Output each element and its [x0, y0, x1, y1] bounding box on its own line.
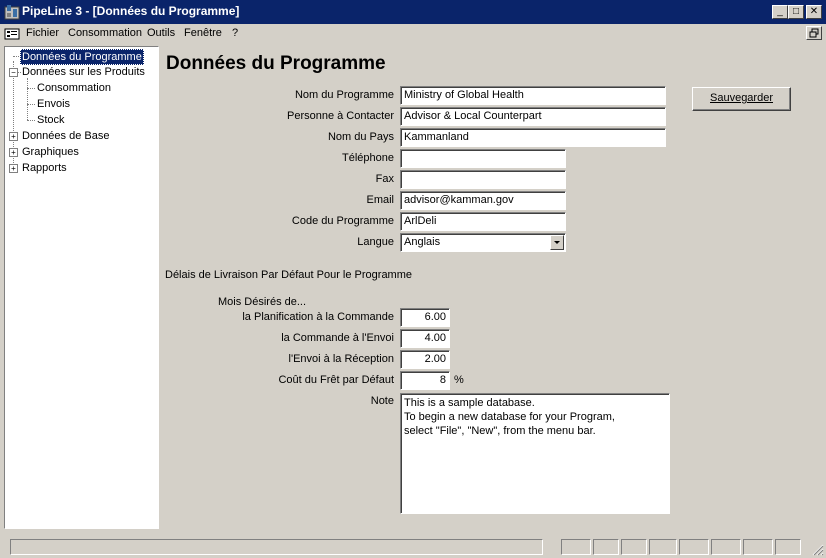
menu-outils[interactable]: Outils: [147, 27, 175, 39]
resize-grip-icon[interactable]: [812, 544, 824, 556]
email-field[interactable]: advisor@kamman.gov: [400, 191, 566, 210]
tree-item-consommation[interactable]: Consommation: [37, 81, 111, 95]
window-title: PipeLine 3 - [Données du Programme]: [22, 4, 240, 18]
fax-field[interactable]: [400, 170, 566, 189]
close-icon: ✕: [809, 6, 819, 17]
months-label: Mois Désirés de...: [218, 296, 307, 308]
planning-to-order-label: la Planification à la Commande: [242, 311, 394, 323]
tree-connector: [27, 120, 35, 121]
country-field[interactable]: Kammanland: [400, 128, 666, 147]
program-code-field[interactable]: ArlDeli: [400, 212, 566, 231]
restore-child-button[interactable]: [806, 26, 822, 40]
page-title: Données du Programme: [166, 53, 386, 74]
close-button[interactable]: ✕: [806, 5, 822, 19]
order-to-shipment-label: la Commande à l'Envoi: [281, 332, 394, 344]
program-name-field[interactable]: Ministry of Global Health: [400, 86, 666, 105]
maximize-icon: □: [792, 6, 800, 17]
pipeline-app-icon[interactable]: [4, 4, 20, 20]
status-pane: [775, 539, 801, 555]
status-pane-main: [10, 539, 543, 555]
tree-connector: [27, 104, 35, 105]
tree-item-envois[interactable]: Envois: [37, 97, 70, 111]
note-label: Note: [370, 395, 394, 407]
status-bar: [0, 536, 826, 558]
planning-to-order-field[interactable]: 6.00: [400, 308, 450, 327]
language-select[interactable]: Anglais: [400, 233, 566, 252]
expand-icon[interactable]: +: [9, 132, 18, 141]
country-label: Nom du Pays: [327, 131, 394, 143]
tree-connector: [27, 78, 28, 120]
save-button[interactable]: Sauvegarder: [692, 87, 791, 111]
collapse-icon[interactable]: −: [9, 68, 18, 77]
delivery-section-title: Délais de Livraison Par Défaut Pour le P…: [165, 269, 413, 281]
status-pane: [593, 539, 619, 555]
contact-label: Personne à Contacter: [286, 110, 394, 122]
minimize-button[interactable]: _: [772, 5, 788, 19]
shipment-to-receipt-label: l'Envoi à la Réception: [288, 353, 394, 365]
language-value: Anglais: [404, 236, 441, 248]
freight-cost-field[interactable]: 8: [400, 371, 450, 390]
order-to-shipment-field[interactable]: 4.00: [400, 329, 450, 348]
language-label: Langue: [357, 236, 394, 248]
menu-bar: Fichier Consommation Outils Fenêtre ?: [0, 24, 826, 44]
program-code-label: Code du Programme: [291, 215, 394, 227]
note-textarea[interactable]: This is a sample database. To begin a ne…: [400, 393, 670, 514]
expand-icon[interactable]: +: [9, 164, 18, 173]
phone-label: Téléphone: [342, 152, 394, 164]
maximize-button[interactable]: □: [788, 5, 804, 19]
navigation-tree[interactable]: Données du Programme − Données sur les P…: [4, 46, 159, 529]
title-bar: PipeLine 3 - [Données du Programme] _ □ …: [0, 0, 826, 24]
shipment-to-receipt-field[interactable]: 2.00: [400, 350, 450, 369]
tree-item-stock[interactable]: Stock: [37, 113, 65, 127]
document-icon[interactable]: [4, 26, 20, 42]
email-label: Email: [366, 194, 394, 206]
menu-fichier[interactable]: Fichier: [26, 27, 59, 39]
restore-icon: [809, 28, 819, 38]
status-pane: [679, 539, 709, 555]
status-pane: [649, 539, 677, 555]
tree-item-donnees-produits[interactable]: Données sur les Produits: [22, 65, 145, 79]
menu-fenetre[interactable]: Fenêtre: [184, 27, 222, 39]
fax-label: Fax: [375, 173, 394, 185]
tree-item-donnees-base[interactable]: Données de Base: [22, 129, 109, 143]
program-name-label: Nom du Programme: [294, 89, 394, 101]
tree-item-rapports[interactable]: Rapports: [22, 161, 67, 175]
status-pane: [743, 539, 773, 555]
minimize-icon: _: [777, 6, 783, 17]
menu-consommation[interactable]: Consommation: [68, 27, 142, 39]
status-pane: [621, 539, 647, 555]
percent-unit: %: [454, 374, 464, 386]
phone-field[interactable]: [400, 149, 566, 168]
freight-cost-label: Coût du Frêt par Défaut: [278, 374, 394, 386]
menu-help[interactable]: ?: [232, 27, 238, 39]
expand-icon[interactable]: +: [9, 148, 18, 157]
tree-item-graphiques[interactable]: Graphiques: [22, 145, 79, 159]
tree-connector: [27, 88, 35, 89]
tree-item-donnees-programme[interactable]: Données du Programme: [20, 49, 144, 65]
status-pane: [561, 539, 591, 555]
chevron-down-icon[interactable]: [550, 235, 564, 250]
save-button-label: Sauvegarder: [710, 92, 773, 104]
status-pane: [711, 539, 741, 555]
contact-field[interactable]: Advisor & Local Counterpart: [400, 107, 666, 126]
